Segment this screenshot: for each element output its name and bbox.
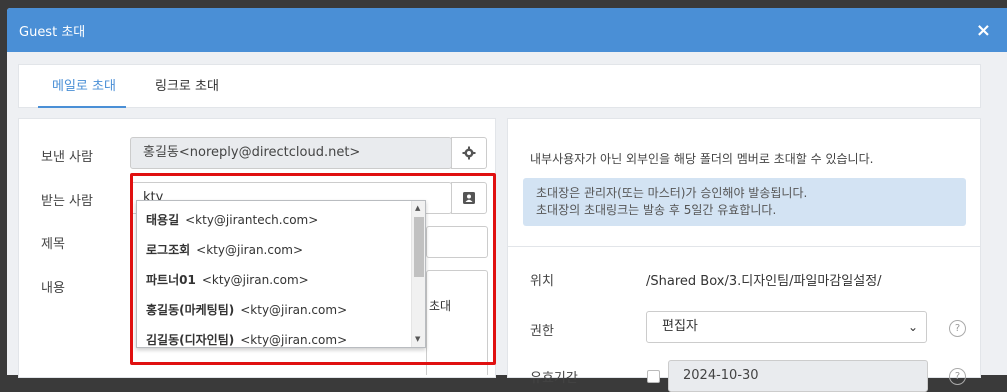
list-item[interactable]: 로그조회 <kty@jiran.com>: [146, 241, 303, 258]
content-label: 내용: [41, 281, 65, 296]
location-value: /Shared Box/3.디자인팀/파일마감일설정/: [646, 274, 882, 289]
autocomplete-dropdown: 태용길 <kty@jirantech.com> 로그조회 <kty@jiran.co…: [136, 200, 426, 348]
permission-label: 권한: [530, 324, 554, 339]
permission-help-icon[interactable]: ?: [949, 320, 966, 337]
location-label: 위치: [530, 274, 554, 289]
contact-email: <kty@jirantech.com>: [185, 213, 319, 227]
contact-book-icon: [463, 192, 475, 204]
contact-name: 김길동(디자인팀): [146, 333, 235, 347]
close-icon[interactable]: ×: [976, 20, 991, 41]
scroll-down-icon[interactable]: ▼: [415, 335, 420, 343]
sender-settings-button[interactable]: [451, 137, 487, 169]
invite-description: 내부사용자가 아닌 외부인을 해당 폴더의 멤버로 초대할 수 있습니다.: [530, 152, 874, 166]
subject-input[interactable]: [426, 226, 488, 258]
list-item[interactable]: 홍길동(마케팅팀) <kty@jiran.com>: [146, 301, 347, 318]
sender-field: 홍길동<noreply@directcloud.net>: [130, 137, 452, 169]
address-book-button[interactable]: [451, 182, 487, 214]
list-item[interactable]: 태용길 <kty@jirantech.com>: [146, 211, 318, 228]
tab-email-invite[interactable]: 메일로 초대: [38, 65, 126, 108]
notice-line-2: 초대장의 초대링크는 발송 후 5일간 유효합니다.: [536, 203, 777, 217]
contact-name: 파트너01: [146, 273, 196, 287]
section-divider: [507, 246, 981, 247]
permission-select[interactable]: 편집자 ⌄: [646, 311, 927, 343]
gear-icon: [462, 146, 476, 160]
modal-header: Guest 초대 ×: [7, 8, 1007, 52]
list-item[interactable]: 파트너01 <kty@jiran.com>: [146, 271, 309, 288]
recipient-label: 받는 사람: [41, 194, 93, 209]
chevron-down-icon: ⌄: [907, 320, 918, 334]
contact-name: 로그조회: [146, 243, 191, 257]
scroll-up-icon[interactable]: ▲: [415, 204, 420, 212]
invite-notice: 초대장은 관리자(또는 마스터)가 승인해야 발송됩니다. 초대장의 초대링크는…: [523, 178, 966, 226]
list-item[interactable]: 김길동(디자인팀) <kty@jiran.com>: [146, 331, 348, 347]
contact-email: <kty@jiran.com>: [240, 333, 348, 347]
tab-bar: 메일로 초대 링크로 초대: [18, 64, 981, 108]
content-textarea[interactable]: 초대: [426, 270, 488, 375]
contact-email: <kty@jiran.com>: [240, 303, 348, 317]
contact-name: 홍길동(마케팅팀): [146, 303, 235, 317]
permission-selected: 편집자: [662, 319, 698, 334]
contact-email: <kty@jiran.com>: [196, 243, 304, 257]
expiry-date-input: 2024-10-30: [668, 360, 928, 392]
expiry-label: 유효기간: [530, 371, 578, 386]
notice-line-1: 초대장은 관리자(또는 마스터)가 승인해야 발송됩니다.: [536, 186, 808, 200]
subject-label: 제목: [41, 237, 65, 252]
contact-name: 태용길: [146, 213, 180, 227]
expiry-checkbox[interactable]: [647, 370, 660, 383]
expiry-help-icon[interactable]: ?: [949, 368, 966, 385]
tab-link-invite[interactable]: 링크로 초대: [155, 65, 219, 108]
scroll-thumb[interactable]: [414, 217, 424, 277]
dropdown-scrollbar[interactable]: ▲ ▼: [411, 201, 425, 347]
modal-title: Guest 초대: [19, 24, 86, 40]
contact-email: <kty@jiran.com>: [201, 273, 309, 287]
content-partial-text: 초대: [429, 299, 452, 313]
sender-label: 보낸 사람: [41, 150, 93, 165]
